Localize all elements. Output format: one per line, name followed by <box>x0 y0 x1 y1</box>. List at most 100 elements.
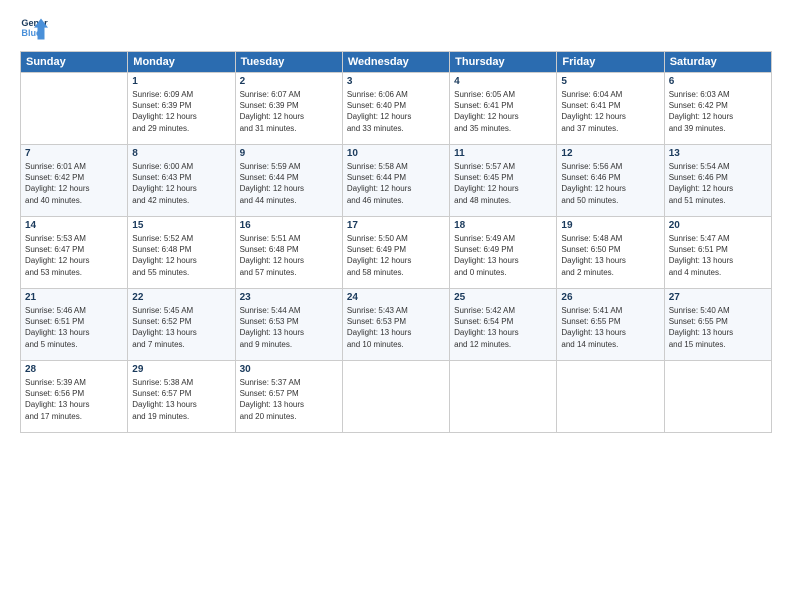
day-number: 30 <box>240 364 338 375</box>
day-info: Sunrise: 5:47 AMSunset: 6:51 PMDaylight:… <box>669 233 767 278</box>
day-number: 17 <box>347 220 445 231</box>
day-number: 5 <box>561 76 659 87</box>
day-number: 29 <box>132 364 230 375</box>
day-info: Sunrise: 5:57 AMSunset: 6:45 PMDaylight:… <box>454 161 552 206</box>
header-sunday: Sunday <box>21 52 128 73</box>
day-number: 26 <box>561 292 659 303</box>
day-number: 2 <box>240 76 338 87</box>
logo: General Blue <box>20 15 52 43</box>
calendar-cell: 7Sunrise: 6:01 AMSunset: 6:42 PMDaylight… <box>21 145 128 217</box>
calendar-cell: 18 Sunrise: 5:49 AMSunset: 6:49 PMDayligh… <box>450 217 557 289</box>
calendar-cell: 14Sunrise: 5:53 AMSunset: 6:47 PMDayligh… <box>21 217 128 289</box>
header-monday: Monday <box>128 52 235 73</box>
day-info: Sunrise: 6:07 AMSunset: 6:39 PMDaylight:… <box>240 89 338 134</box>
header-wednesday: Wednesday <box>342 52 449 73</box>
calendar-table: SundayMondayTuesdayWednesdayThursdayFrid… <box>20 51 772 433</box>
day-number: 8 <box>132 148 230 159</box>
calendar-week-row: 1 Sunrise: 6:09 AMSunset: 6:39 PMDaylight… <box>21 73 772 145</box>
calendar-cell <box>664 361 771 433</box>
day-info: Sunrise: 5:40 AMSunset: 6:55 PMDaylight:… <box>669 305 767 350</box>
calendar-cell: 25Sunrise: 5:42 AMSunset: 6:54 PMDayligh… <box>450 289 557 361</box>
day-info: Sunrise: 5:51 AMSunset: 6:48 PMDaylight:… <box>240 233 338 278</box>
day-number: 27 <box>669 292 767 303</box>
day-info: Sunrise: 5:59 AMSunset: 6:44 PMDaylight:… <box>240 161 338 206</box>
calendar-header-row: SundayMondayTuesdayWednesdayThursdayFrid… <box>21 52 772 73</box>
day-info: Sunrise: 5:45 AMSunset: 6:52 PMDaylight:… <box>132 305 230 350</box>
calendar-cell: 11Sunrise: 5:57 AMSunset: 6:45 PMDayligh… <box>450 145 557 217</box>
calendar-cell <box>557 361 664 433</box>
calendar-cell <box>450 361 557 433</box>
day-info: Sunrise: 5:42 AMSunset: 6:54 PMDaylight:… <box>454 305 552 350</box>
day-info: Sunrise: 5:48 AMSunset: 6:50 PMDaylight:… <box>561 233 659 278</box>
day-info: Sunrise: 5:56 AMSunset: 6:46 PMDaylight:… <box>561 161 659 206</box>
day-number: 12 <box>561 148 659 159</box>
calendar-cell: 30 Sunrise: 5:37 AMSunset: 6:57 PMDayligh… <box>235 361 342 433</box>
header-saturday: Saturday <box>664 52 771 73</box>
calendar-cell: 12 Sunrise: 5:56 AMSunset: 6:46 PMDayligh… <box>557 145 664 217</box>
header-tuesday: Tuesday <box>235 52 342 73</box>
day-number: 15 <box>132 220 230 231</box>
calendar-week-row: 28Sunrise: 5:39 AMSunset: 6:56 PMDayligh… <box>21 361 772 433</box>
day-number: 18 <box>454 220 552 231</box>
calendar-cell: 6 Sunrise: 6:03 AMSunset: 6:42 PMDaylight… <box>664 73 771 145</box>
calendar-cell: 28Sunrise: 5:39 AMSunset: 6:56 PMDayligh… <box>21 361 128 433</box>
day-info: Sunrise: 6:03 AMSunset: 6:42 PMDaylight:… <box>669 89 767 134</box>
day-number: 9 <box>240 148 338 159</box>
day-info: Sunrise: 6:04 AMSunset: 6:41 PMDaylight:… <box>561 89 659 134</box>
header: General Blue <box>20 15 772 43</box>
day-info: Sunrise: 5:53 AMSunset: 6:47 PMDaylight:… <box>25 233 123 278</box>
day-number: 13 <box>669 148 767 159</box>
day-info: Sunrise: 5:37 AMSunset: 6:57 PMDaylight:… <box>240 377 338 422</box>
day-number: 20 <box>669 220 767 231</box>
calendar-cell: 22 Sunrise: 5:45 AMSunset: 6:52 PMDayligh… <box>128 289 235 361</box>
day-info: Sunrise: 5:43 AMSunset: 6:53 PMDaylight:… <box>347 305 445 350</box>
day-number: 22 <box>132 292 230 303</box>
day-number: 21 <box>25 292 123 303</box>
day-number: 16 <box>240 220 338 231</box>
day-number: 3 <box>347 76 445 87</box>
day-info: Sunrise: 5:50 AMSunset: 6:49 PMDaylight:… <box>347 233 445 278</box>
header-friday: Friday <box>557 52 664 73</box>
day-number: 23 <box>240 292 338 303</box>
calendar-cell: 2 Sunrise: 6:07 AMSunset: 6:39 PMDaylight… <box>235 73 342 145</box>
calendar-cell: 10Sunrise: 5:58 AMSunset: 6:44 PMDayligh… <box>342 145 449 217</box>
calendar-cell: 16 Sunrise: 5:51 AMSunset: 6:48 PMDayligh… <box>235 217 342 289</box>
calendar-cell: 19 Sunrise: 5:48 AMSunset: 6:50 PMDayligh… <box>557 217 664 289</box>
calendar-cell: 29Sunrise: 5:38 AMSunset: 6:57 PMDayligh… <box>128 361 235 433</box>
calendar-cell: 3 Sunrise: 6:06 AMSunset: 6:40 PMDaylight… <box>342 73 449 145</box>
calendar-cell: 13 Sunrise: 5:54 AMSunset: 6:46 PMDayligh… <box>664 145 771 217</box>
day-info: Sunrise: 5:58 AMSunset: 6:44 PMDaylight:… <box>347 161 445 206</box>
calendar-cell: 24Sunrise: 5:43 AMSunset: 6:53 PMDayligh… <box>342 289 449 361</box>
logo-icon: General Blue <box>20 15 48 43</box>
day-info: Sunrise: 6:00 AMSunset: 6:43 PMDaylight:… <box>132 161 230 206</box>
day-info: Sunrise: 5:46 AMSunset: 6:51 PMDaylight:… <box>25 305 123 350</box>
day-info: Sunrise: 5:44 AMSunset: 6:53 PMDaylight:… <box>240 305 338 350</box>
day-info: Sunrise: 5:52 AMSunset: 6:48 PMDaylight:… <box>132 233 230 278</box>
calendar-cell: 20 Sunrise: 5:47 AMSunset: 6:51 PMDayligh… <box>664 217 771 289</box>
calendar-week-row: 14Sunrise: 5:53 AMSunset: 6:47 PMDayligh… <box>21 217 772 289</box>
day-number: 4 <box>454 76 552 87</box>
day-info: Sunrise: 6:01 AMSunset: 6:42 PMDaylight:… <box>25 161 123 206</box>
day-info: Sunrise: 6:06 AMSunset: 6:40 PMDaylight:… <box>347 89 445 134</box>
day-number: 1 <box>132 76 230 87</box>
day-number: 19 <box>561 220 659 231</box>
calendar-cell: 5 Sunrise: 6:04 AMSunset: 6:41 PMDaylight… <box>557 73 664 145</box>
calendar-cell: 8 Sunrise: 6:00 AMSunset: 6:43 PMDaylight… <box>128 145 235 217</box>
day-info: Sunrise: 5:49 AMSunset: 6:49 PMDaylight:… <box>454 233 552 278</box>
day-info: Sunrise: 5:41 AMSunset: 6:55 PMDaylight:… <box>561 305 659 350</box>
day-info: Sunrise: 5:54 AMSunset: 6:46 PMDaylight:… <box>669 161 767 206</box>
day-number: 6 <box>669 76 767 87</box>
calendar-cell: 26 Sunrise: 5:41 AMSunset: 6:55 PMDayligh… <box>557 289 664 361</box>
page: General Blue SundayMondayTuesdayWednesda… <box>0 0 792 612</box>
calendar-cell: 1 Sunrise: 6:09 AMSunset: 6:39 PMDaylight… <box>128 73 235 145</box>
calendar-cell: 15 Sunrise: 5:52 AMSunset: 6:48 PMDayligh… <box>128 217 235 289</box>
calendar-week-row: 21 Sunrise: 5:46 AMSunset: 6:51 PMDayligh… <box>21 289 772 361</box>
day-info: Sunrise: 6:05 AMSunset: 6:41 PMDaylight:… <box>454 89 552 134</box>
calendar-cell: 23 Sunrise: 5:44 AMSunset: 6:53 PMDayligh… <box>235 289 342 361</box>
calendar-week-row: 7Sunrise: 6:01 AMSunset: 6:42 PMDaylight… <box>21 145 772 217</box>
calendar-cell <box>21 73 128 145</box>
day-number: 28 <box>25 364 123 375</box>
calendar-cell: 27 Sunrise: 5:40 AMSunset: 6:55 PMDayligh… <box>664 289 771 361</box>
header-thursday: Thursday <box>450 52 557 73</box>
day-info: Sunrise: 6:09 AMSunset: 6:39 PMDaylight:… <box>132 89 230 134</box>
